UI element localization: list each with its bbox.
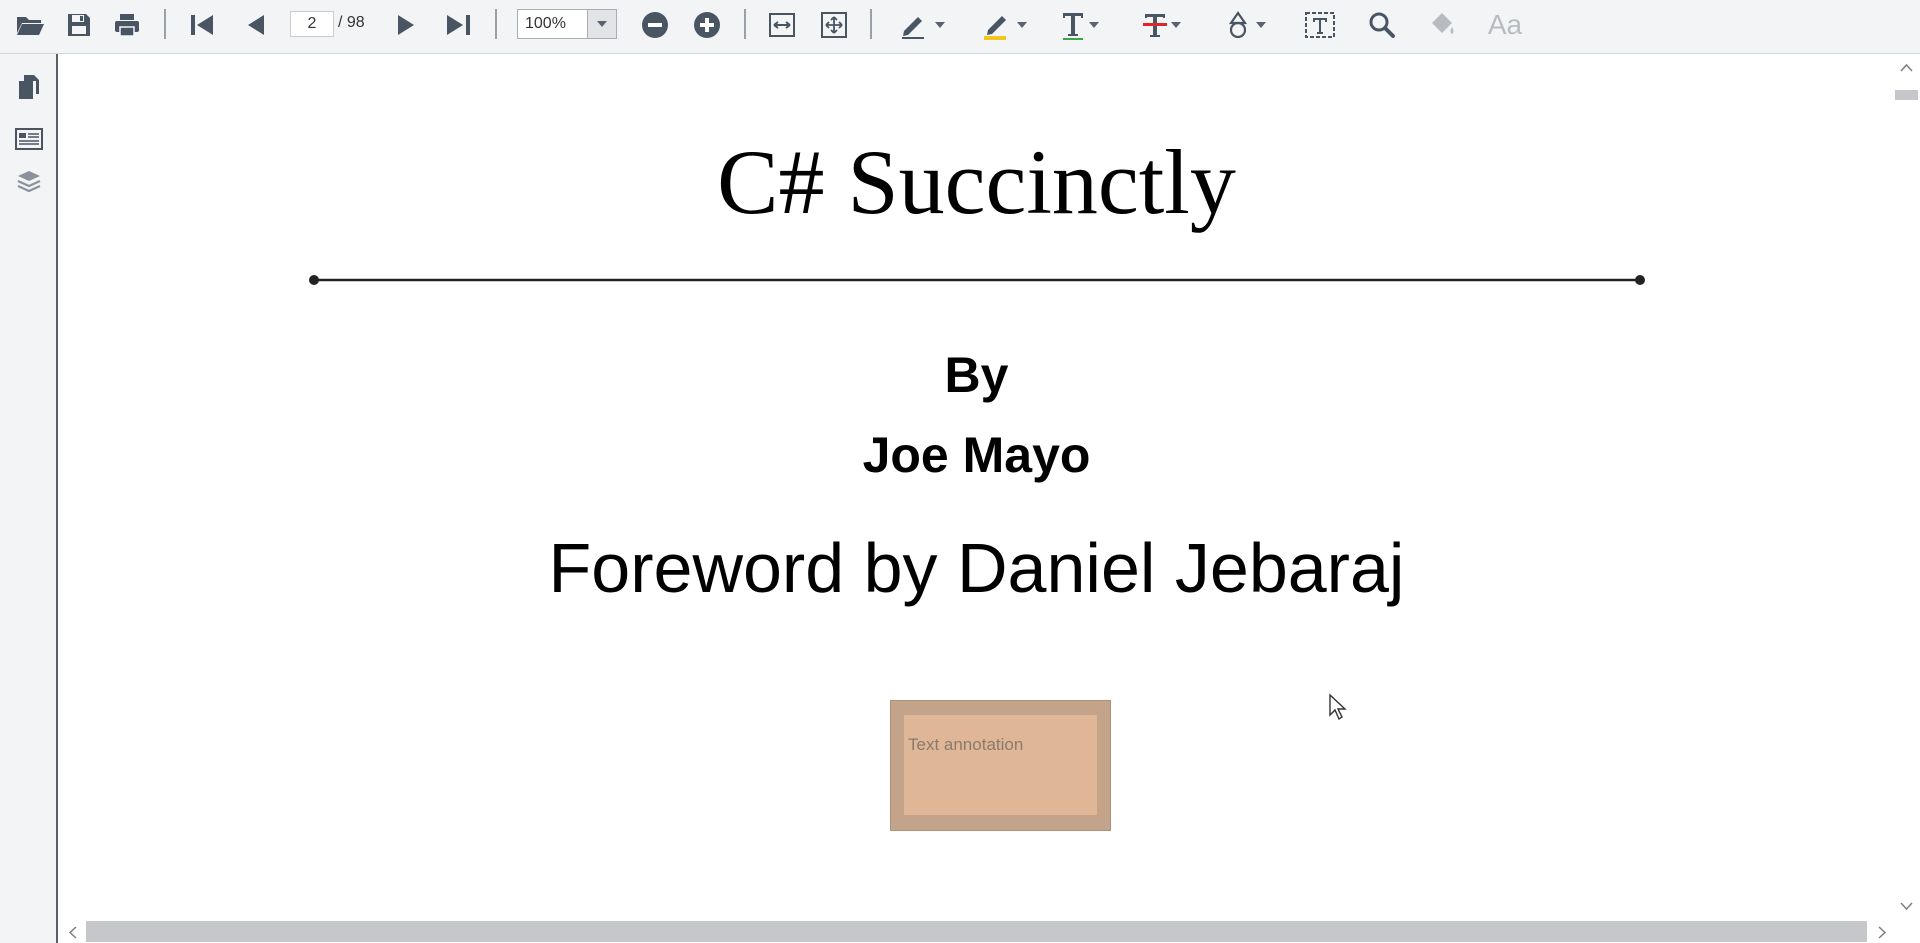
separator xyxy=(495,9,497,39)
page-number-input[interactable]: 2 xyxy=(290,11,334,37)
first-page-icon[interactable] xyxy=(186,0,218,50)
zoom-value: 100% xyxy=(525,15,566,32)
mouse-pointer-icon xyxy=(1329,693,1347,721)
font-icon: Aa xyxy=(1487,9,1523,40)
chevron-down-icon[interactable] xyxy=(587,10,616,38)
save-icon[interactable] xyxy=(62,0,96,50)
zoom-in-icon[interactable] xyxy=(692,0,722,50)
folder-open-icon[interactable] xyxy=(12,0,48,50)
scroll-left-icon[interactable] xyxy=(69,926,77,939)
page-total: / 98 xyxy=(338,14,365,31)
vertical-scrollbar[interactable] xyxy=(1893,56,1920,920)
previous-page-icon[interactable] xyxy=(240,0,270,50)
text-annotation-field[interactable]: Text annotation xyxy=(904,715,1097,815)
text-annotation-label: Text annotation xyxy=(908,735,1024,754)
zoom-dropdown[interactable]: 100% xyxy=(517,9,617,39)
strikethrough-icon[interactable] xyxy=(1136,0,1186,50)
by-label: By xyxy=(944,347,1009,403)
horizontal-scroll-thumb[interactable] xyxy=(86,921,1867,942)
fit-width-icon[interactable] xyxy=(766,0,798,50)
highlight-pen-icon[interactable] xyxy=(978,0,1030,50)
zoom-out-icon[interactable] xyxy=(640,0,670,50)
document-viewport[interactable]: C# Succinctly By Joe Mayo Foreword by Da… xyxy=(60,56,1893,920)
scroll-right-icon[interactable] xyxy=(1878,926,1886,939)
print-icon[interactable] xyxy=(110,0,144,50)
document-title: C# Succinctly xyxy=(717,131,1236,233)
title-rule-line xyxy=(309,275,1645,285)
horizontal-scrollbar[interactable] xyxy=(60,920,1893,943)
foreword-line: Foreword by Daniel Jebaraj xyxy=(548,529,1405,607)
separator xyxy=(870,9,872,39)
text-annotation-box[interactable]: Text annotation xyxy=(890,700,1111,831)
last-page-icon[interactable] xyxy=(442,0,476,50)
ink-pen-icon[interactable] xyxy=(896,0,948,50)
next-page-icon[interactable] xyxy=(392,0,422,50)
bookmarks-icon[interactable] xyxy=(14,124,44,154)
toolbar: 2 / 98 100% Aa xyxy=(0,0,1920,54)
free-text-icon[interactable] xyxy=(1302,0,1338,50)
fill-color-icon xyxy=(1426,0,1460,50)
scroll-up-icon[interactable] xyxy=(1900,64,1913,72)
fit-page-icon[interactable] xyxy=(818,0,850,50)
author-name: Joe Mayo xyxy=(862,427,1091,483)
vertical-scroll-thumb[interactable] xyxy=(1895,90,1918,100)
separator xyxy=(164,9,166,39)
search-icon[interactable] xyxy=(1366,0,1398,50)
left-navigation-rail xyxy=(0,54,58,943)
separator xyxy=(744,9,746,39)
pages-thumbnail-icon[interactable] xyxy=(14,72,44,102)
scroll-down-icon[interactable] xyxy=(1900,902,1913,910)
text-markup-icon[interactable] xyxy=(1054,0,1104,50)
shapes-icon[interactable] xyxy=(1218,0,1270,50)
scrollbar-corner xyxy=(1893,920,1920,943)
layers-icon[interactable] xyxy=(14,166,44,196)
